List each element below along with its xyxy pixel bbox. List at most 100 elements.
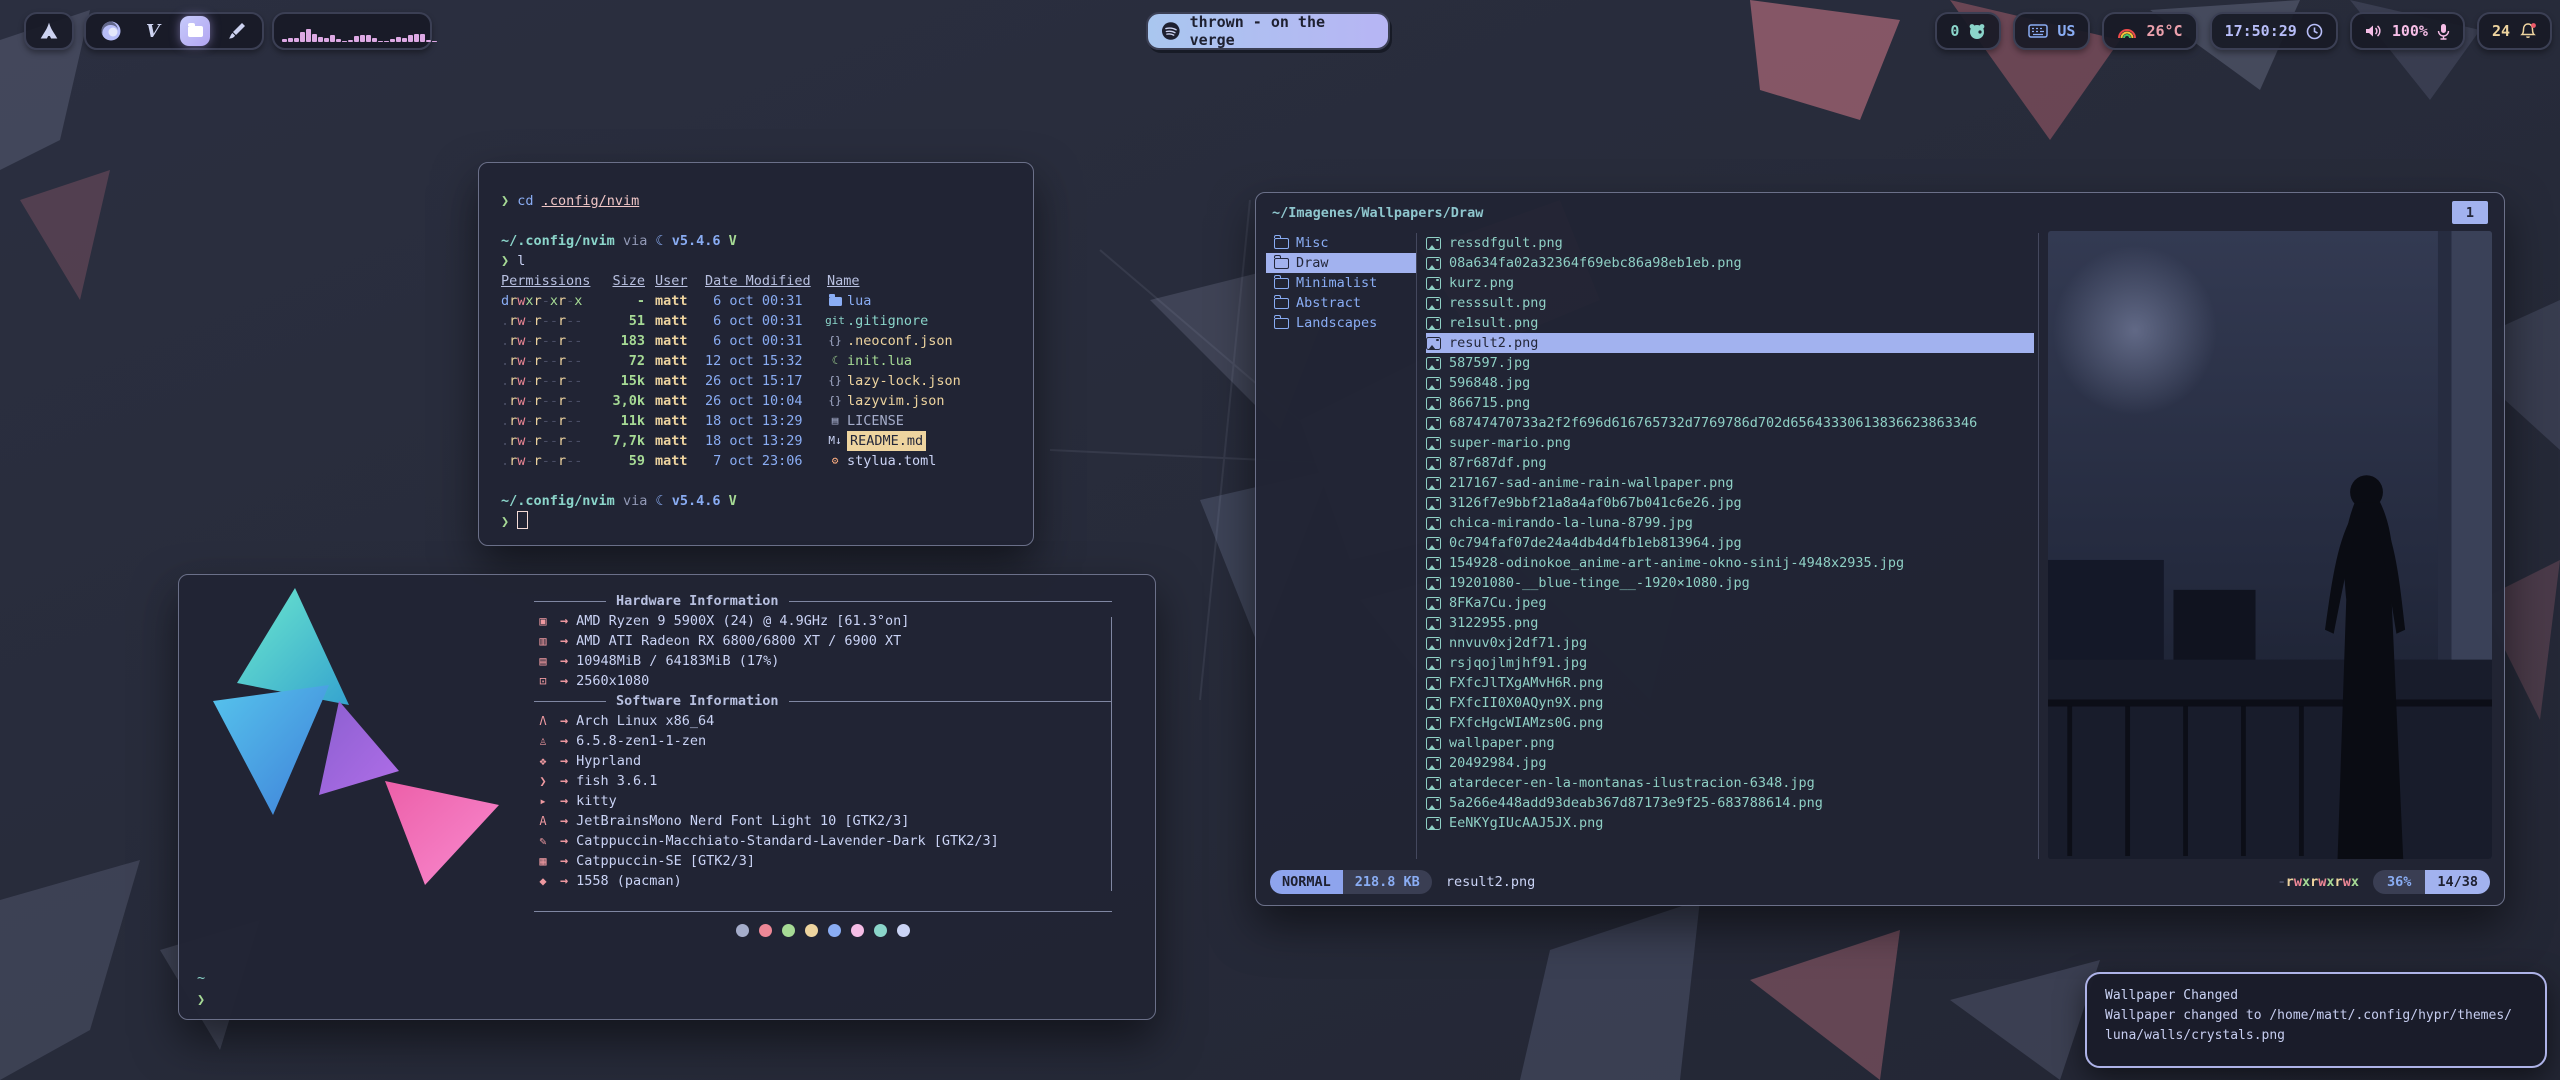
clock-widget[interactable]: 17:50:29 <box>2210 12 2338 50</box>
sidebar-folder-item[interactable]: Minimalist <box>1266 273 1416 293</box>
file-list-item[interactable]: 154928-odinokoe_anime-art-anime-okno-sin… <box>1426 553 2034 573</box>
vim-button[interactable]: V <box>138 16 168 46</box>
file-list-item[interactable]: chica-mirando-la-luna-8799.jpg <box>1426 513 2034 533</box>
file-name-cell: {}.neoconf.json <box>827 331 1019 351</box>
file-manager-window[interactable]: ~/Imagenes/Wallpapers/Draw 1 Misc Draw M… <box>1255 192 2505 906</box>
file-list-item[interactable]: 20492984.jpg <box>1426 753 2034 773</box>
file-permissions: .rw-r--r-- <box>501 391 593 411</box>
terminal-command-line: ❯ cd .config/nvim <box>501 191 1019 211</box>
fetch-prompt[interactable]: ~ ❯ <box>197 967 205 1011</box>
file-list-item[interactable]: atardecer-en-la-montanas-ilustracion-634… <box>1426 773 2034 793</box>
file-name-cell: ⚙stylua.toml <box>827 451 1019 471</box>
file-list-item[interactable]: 87r687df.png <box>1426 453 2034 473</box>
file-date: 26 oct 10:04 <box>705 391 817 411</box>
file-list-item[interactable]: super-mario.png <box>1426 433 2034 453</box>
file-list-item[interactable]: 217167-sad-anime-rain-wallpaper.png <box>1426 473 2034 493</box>
file-list-item[interactable]: 08a634fa02a32364f69ebc86a98eb1eb.png <box>1426 253 2034 273</box>
file-list-item[interactable]: kurz.png <box>1426 273 2034 293</box>
file-user: matt <box>655 351 695 371</box>
file-name-cell: git.gitignore <box>827 311 1019 331</box>
keyboard-layout-widget[interactable]: US <box>2013 12 2090 50</box>
file-list-item[interactable]: 5a266e448add93deab367d87173e9f25-6837886… <box>1426 793 2034 813</box>
terminal-window[interactable]: ❯ cd .config/nvim ~/.config/nvim via ☾ v… <box>478 162 1034 546</box>
tab-indicator[interactable]: 1 <box>2452 201 2488 224</box>
file-size: 11k <box>603 411 645 431</box>
visualizer-bar <box>384 41 389 42</box>
image-file-icon <box>1426 577 1441 590</box>
file-name: lua <box>847 291 871 311</box>
lua-version: v5.4.6 <box>672 233 721 249</box>
fetch-window[interactable]: Hardware Information ▣ → AMD Ryzen 9 590… <box>178 574 1156 1020</box>
firefox-button[interactable] <box>96 16 126 46</box>
file-list-item[interactable]: re1sult.png <box>1426 313 2034 333</box>
file-list-item[interactable]: FXfcJlTXgAMvH6R.png <box>1426 673 2034 693</box>
file-list-item[interactable]: 8FKa7Cu.jpeg <box>1426 593 2034 613</box>
arrow-icon: → <box>560 811 568 831</box>
file-list-item[interactable]: 596848.jpg <box>1426 373 2034 393</box>
file-list-item[interactable]: 68747470733a2f2f696d616765732d7769786d70… <box>1426 413 2034 433</box>
notification-popup[interactable]: Wallpaper Changed Wallpaper changed to /… <box>2085 972 2547 1068</box>
terminal-command-line: ❯ l <box>501 251 1019 271</box>
file-user: matt <box>655 371 695 391</box>
via-label: via <box>623 493 647 509</box>
keyboard-layout: US <box>2057 22 2075 40</box>
file-name: 866715.png <box>1449 393 1530 413</box>
file-user: matt <box>655 431 695 451</box>
image-file-icon <box>1426 637 1441 650</box>
file-list-item[interactable]: wallpaper.png <box>1426 733 2034 753</box>
file-list-item[interactable]: 3122955.png <box>1426 613 2034 633</box>
image-file-icon <box>1426 297 1441 310</box>
now-playing-label: thrown - on the verge <box>1190 13 1375 49</box>
folder-icon <box>1274 298 1289 309</box>
file-list-item[interactable]: resssult.png <box>1426 293 2034 313</box>
file-name: re1sult.png <box>1449 313 1538 333</box>
ls-row: .rw-r--r-- 51 matt 6 oct 00:31 git.gitig… <box>501 311 1019 331</box>
arrow-icon: → <box>560 831 568 851</box>
app-launcher-button[interactable] <box>24 12 74 50</box>
temperature-label: 26°C <box>2146 22 2182 40</box>
notifications-widget[interactable]: 24 <box>2477 12 2552 50</box>
terminal-input-line[interactable]: ❯ <box>501 511 1019 531</box>
sidebar-folder-item[interactable]: Misc <box>1266 233 1416 253</box>
file-list-item[interactable]: nnvuv0xj2df71.jpg <box>1426 633 2034 653</box>
file-name: nnvuv0xj2df71.jpg <box>1449 633 1587 653</box>
terminal-cursor <box>517 511 528 529</box>
file-list-item[interactable]: 587597.jpg <box>1426 353 2034 373</box>
sidebar-folder-item[interactable]: Landscapes <box>1266 313 1416 333</box>
file-list-item[interactable]: FXfcHgcWIAMzs0G.png <box>1426 713 2034 733</box>
files-button[interactable] <box>180 16 210 46</box>
weather-widget[interactable]: 26°C <box>2102 12 2197 50</box>
paint-button[interactable] <box>222 16 252 46</box>
file-date: 26 oct 15:17 <box>705 371 817 391</box>
file-list-item[interactable]: result2.png <box>1426 333 2034 353</box>
file-name: .gitignore <box>847 311 928 331</box>
file-name: 0c794faf07de24a4db4d4fb1eb813964.jpg <box>1449 533 1742 553</box>
fetch-row: ▦ → Catppuccin-SE [GTK2/3] <box>534 851 1112 871</box>
audio-widget[interactable]: 100% <box>2350 12 2465 50</box>
image-file-icon <box>1426 697 1441 710</box>
now-playing-widget[interactable]: thrown - on the verge <box>1146 12 1390 50</box>
nvim-badge-icon: V <box>729 493 737 509</box>
file-list-item[interactable]: 0c794faf07de24a4db4d4fb1eb813964.jpg <box>1426 533 2034 553</box>
visualizer-bar <box>402 38 407 42</box>
file-list-item[interactable]: EeNKYgIUcAAJ5JX.png <box>1426 813 2034 833</box>
file-list-item[interactable]: 866715.png <box>1426 393 2034 413</box>
audio-visualizer <box>272 12 432 50</box>
image-file-icon <box>1426 677 1441 690</box>
visualizer-bar <box>378 41 383 42</box>
file-list-item[interactable]: rsjqojlmjhf91.jpg <box>1426 653 2034 673</box>
fetch-row-value: Catppuccin-Macchiato-Standard-Lavender-D… <box>576 831 999 851</box>
file-name: 217167-sad-anime-rain-wallpaper.png <box>1449 473 1733 493</box>
palette-dot <box>851 924 864 937</box>
file-list-item[interactable]: FXfcII0X0AQyn9X.png <box>1426 693 2034 713</box>
image-file-icon <box>1426 557 1441 570</box>
tray-widget[interactable]: 0 <box>1935 12 2001 50</box>
sidebar-folder-item[interactable]: Abstract <box>1266 293 1416 313</box>
folder-icon <box>1274 278 1289 289</box>
sidebar-folder-item[interactable]: Draw <box>1266 253 1416 273</box>
file-list-item[interactable]: 3126f7e9bbf21a8a4af0b67b041c6e26.jpg <box>1426 493 2034 513</box>
file-list-item[interactable]: 19201080-__blue-tinge__-1920×1080.jpg <box>1426 573 2034 593</box>
fetch-row-icon: ❖ <box>534 751 552 771</box>
file-list-item[interactable]: ressdfgult.png <box>1426 233 2034 253</box>
fetch-row-value: 10948MiB / 64183MiB (17%) <box>576 651 779 671</box>
